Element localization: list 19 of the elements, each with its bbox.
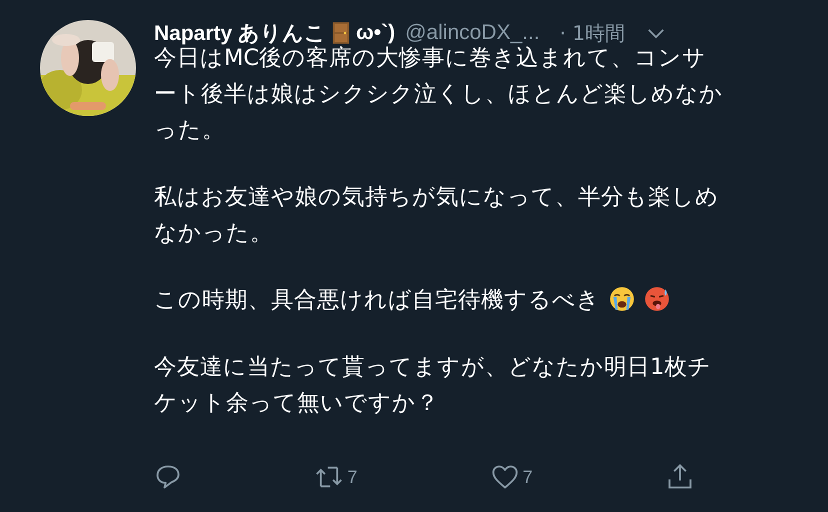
door-icon	[332, 21, 350, 45]
share-icon	[666, 463, 694, 491]
share-button[interactable]	[666, 463, 694, 491]
tweet-text: 今友達に当たって貰ってますが、どなたか明日1枚チケット余って無いですか？	[154, 353, 712, 418]
chevron-icon[interactable]	[647, 28, 666, 38]
tweet-text: この時期、具合悪ければ自宅待機するべき	[154, 287, 600, 313]
hot-face-icon	[644, 286, 670, 312]
timestamp[interactable]: · 1時間	[560, 20, 626, 46]
user-name[interactable]: Naparty ありんこ	[154, 19, 326, 47]
like-button[interactable]: 7	[490, 463, 533, 491]
tweet-text: 私はお友達や娘の気持ちが気になって、半分も楽しめなかった。	[154, 183, 720, 248]
user-name-suffix: ω•`)	[356, 21, 396, 45]
tweet-text: 今日はMC後の客席の大惨事に巻き込まれて、コンサート後半は娘はシクシク泣くし、ほとんど楽しめなかった。	[154, 44, 724, 145]
heart-icon	[490, 463, 519, 491]
retweet-button[interactable]: 7	[315, 463, 358, 491]
user-handle[interactable]: @alincoDX_...	[405, 21, 540, 45]
speech-bubble-icon	[154, 463, 182, 491]
crying-face-icon	[609, 286, 636, 312]
reply-button[interactable]	[154, 463, 182, 491]
